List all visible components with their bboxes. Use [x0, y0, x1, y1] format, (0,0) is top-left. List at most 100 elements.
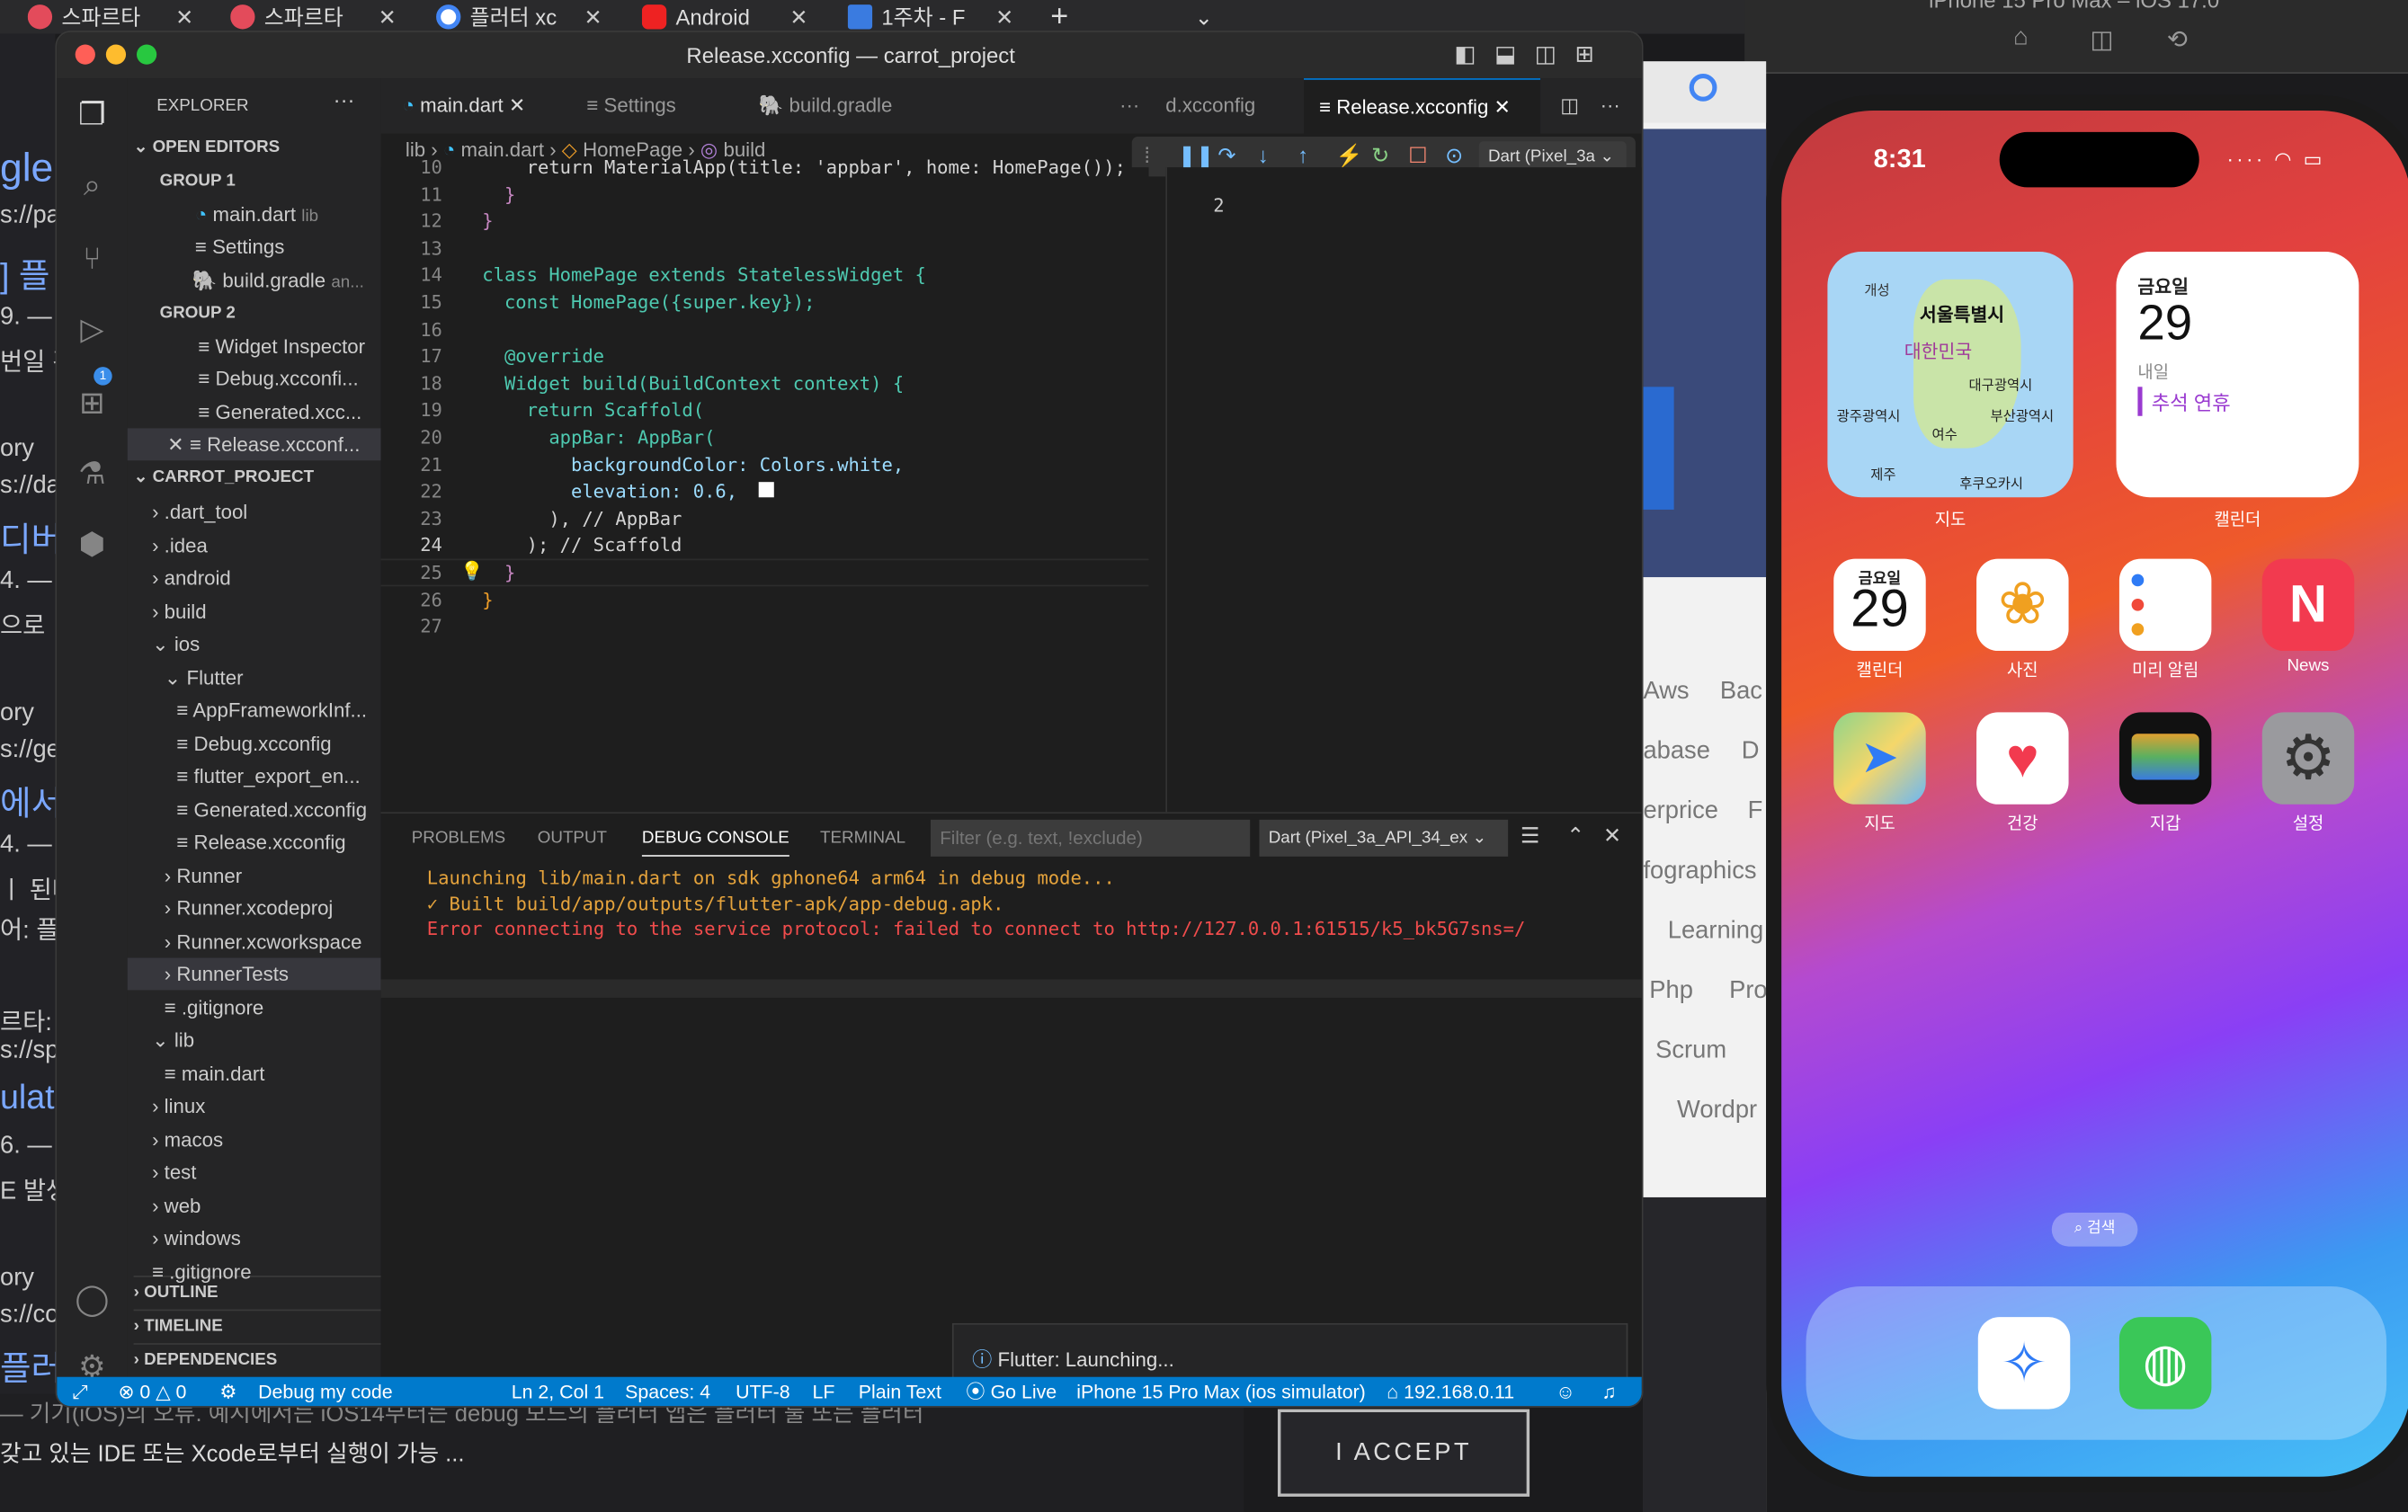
browser-tab[interactable]: 플러터 xc ✕	[436, 0, 602, 34]
project-header[interactable]: ⌄ CARROT_PROJECT	[134, 462, 388, 494]
filter-input[interactable]	[930, 819, 1251, 857]
run-debug-icon[interactable]: ▷	[74, 312, 111, 349]
timeline-header[interactable]: › TIMELINE	[133, 1309, 388, 1342]
category-link[interactable]: F	[1748, 798, 1763, 826]
close-icon[interactable]: ✕	[175, 4, 193, 30]
close-icon[interactable]: ✕	[379, 4, 397, 30]
more-tabs-icon[interactable]: ···	[1119, 78, 1150, 133]
tree-item[interactable]: ≡ Debug.xcconfig	[128, 727, 381, 760]
tree-item[interactable]: › build	[128, 595, 381, 627]
tab-main-dart[interactable]: ◔ main.dart ✕	[402, 78, 571, 133]
debug-status[interactable]: ⚙ Debug my code	[219, 1377, 392, 1406]
line-ending[interactable]: LF	[812, 1377, 834, 1406]
tree-item[interactable]: › web	[128, 1189, 381, 1222]
group-1-header[interactable]: GROUP 1	[160, 165, 414, 198]
tree-item[interactable]: › linux	[128, 1090, 381, 1122]
category-link[interactable]: erprice	[1643, 798, 1718, 826]
health-icon[interactable]: ♥	[1976, 712, 2069, 805]
maximize-panel-icon[interactable]: ⌃	[1566, 823, 1584, 849]
go-live-button[interactable]: ⦿ Go Live	[966, 1377, 1057, 1406]
python-icon[interactable]: ⬢	[74, 527, 111, 564]
restart-icon[interactable]: ↻	[1371, 143, 1389, 169]
panel-tab-problems[interactable]: PROBLEMS	[412, 829, 505, 847]
tree-item[interactable]: › .idea	[128, 529, 381, 561]
news-icon[interactable]: N	[2261, 558, 2355, 652]
tree-item[interactable]: › macos	[128, 1123, 381, 1155]
testing-icon[interactable]: ⚗	[74, 456, 111, 493]
hot-reload-icon[interactable]: ⚡	[1336, 143, 1363, 169]
rotate-icon[interactable]: ⟲	[2167, 24, 2188, 55]
extensions-icon[interactable]: ⊞	[74, 386, 111, 422]
feedback-icon[interactable]: ☺	[1556, 1377, 1575, 1406]
close-icon[interactable]: ✕	[509, 93, 526, 117]
tree-item[interactable]: ≡ main.dart	[128, 1057, 381, 1090]
dependencies-header[interactable]: › DEPENDENCIES	[133, 1343, 388, 1375]
browser-tab[interactable]: 스파르타 ✕	[27, 0, 193, 34]
search-pill[interactable]: ⌕ 검색	[2051, 1213, 2138, 1247]
close-icon[interactable]: ✕	[789, 4, 807, 30]
bell-icon[interactable]: ♫	[1601, 1377, 1616, 1406]
close-icon[interactable]: ✕	[995, 4, 1013, 30]
wallet-icon[interactable]	[2118, 712, 2212, 805]
photos-icon[interactable]: ❀	[1976, 558, 2069, 652]
category-link[interactable]: Scrum	[1655, 1037, 1726, 1065]
tree-item[interactable]: › Runner	[128, 858, 381, 891]
drag-handle-icon[interactable]: ⁞	[1144, 143, 1150, 167]
remote-icon[interactable]: ⤢	[72, 1377, 87, 1406]
clear-console-icon[interactable]: ☰	[1521, 823, 1539, 849]
right-editor[interactable]: 2	[1165, 167, 1642, 813]
tab-release-xcconfig[interactable]: ≡ Release.xcconfig ✕	[1304, 78, 1541, 134]
group-2-header[interactable]: GROUP 2	[160, 298, 414, 330]
tab-settings[interactable]: ≡ Settings	[586, 78, 740, 133]
browser-tab[interactable]: 스파르타 ✕	[230, 0, 397, 34]
category-link[interactable]: fographics	[1643, 858, 1756, 886]
tab-build-gradle[interactable]: 🐘 build.gradle	[759, 78, 928, 133]
step-out-icon[interactable]: ↑	[1298, 143, 1308, 167]
close-icon[interactable]: ✕	[1494, 95, 1512, 119]
chevron-down-icon[interactable]: ⌄	[1195, 0, 1226, 34]
calendar-app-icon[interactable]: 금요일 29	[1833, 558, 1926, 652]
tab-debug-xcconfig[interactable]: d.xcconfig	[1165, 78, 1304, 133]
tree-item[interactable]: › Runner.xcodeproj	[128, 892, 381, 924]
ip-status[interactable]: ⌂ 192.168.0.11	[1387, 1377, 1514, 1406]
step-over-icon[interactable]: ↷	[1217, 143, 1235, 169]
category-link[interactable]: D	[1742, 738, 1760, 766]
device-selector[interactable]: iPhone 15 Pro Max (ios simulator)	[1076, 1377, 1366, 1406]
new-tab-plus-icon[interactable]: +	[1050, 0, 1081, 34]
indentation[interactable]: Spaces: 4	[625, 1377, 710, 1406]
home-icon[interactable]: ⌂	[2013, 24, 2029, 52]
tree-item[interactable]: ≡ flutter_export_en...	[128, 760, 381, 792]
more-actions-icon[interactable]: ···	[1601, 78, 1631, 133]
category-link[interactable]: Bac	[1720, 679, 1762, 707]
messages-icon[interactable]: ◍	[2118, 1317, 2212, 1410]
source-control-icon[interactable]: ⑂	[74, 241, 111, 278]
account-icon[interactable]: ◯	[74, 1282, 111, 1319]
open-editors-header[interactable]: ⌄ OPEN EDITORS	[134, 132, 388, 165]
browser-tab[interactable]: 1주차 - F ✕	[847, 0, 1013, 34]
close-icon[interactable]: ✕	[584, 4, 602, 30]
pause-icon[interactable]: ❚❚	[1178, 143, 1214, 169]
map-widget[interactable]: 개성 서울특별시 대한민국 대구광역시 광주광역시 부산광역시 여수 제주 후쿠…	[1827, 252, 2074, 498]
tree-item[interactable]: › .dart_tool	[128, 496, 381, 529]
maps-icon[interactable]: ➤	[1833, 712, 1926, 805]
safari-icon[interactable]: ✧	[1977, 1317, 2071, 1410]
tree-item[interactable]: › Runner.xcworkspace	[128, 925, 381, 957]
reminders-icon[interactable]	[2118, 558, 2212, 652]
close-panel-icon[interactable]: ✕	[1603, 823, 1621, 849]
tree-item[interactable]: › android	[128, 562, 381, 594]
close-icon[interactable]: ✕	[167, 433, 184, 457]
tree-item[interactable]: ≡ AppFrameworkInf...	[128, 694, 381, 726]
tree-item[interactable]: ≡ .gitignore	[128, 991, 381, 1023]
problems-status[interactable]: ⊗ 0 △ 0	[119, 1377, 187, 1406]
lightbulb-icon[interactable]: 💡	[460, 560, 484, 582]
panel-tab-debug-console[interactable]: DEBUG CONSOLE	[641, 829, 789, 857]
category-link[interactable]: Wordpr	[1677, 1098, 1757, 1125]
debug-session-select[interactable]: Dart (Pixel_3a_API_34_ex ⌄	[1259, 819, 1509, 857]
tree-item[interactable]: ≡ Generated.xcconfig	[128, 793, 381, 825]
category-link[interactable]: Pro	[1729, 978, 1768, 1006]
accept-button[interactable]: I ACCEPT	[1277, 1409, 1530, 1497]
tree-item[interactable]: › RunnerTests	[127, 957, 381, 991]
panel-tab-terminal[interactable]: TERMINAL	[820, 829, 905, 847]
browser-tab[interactable]: Android ✕	[641, 0, 807, 34]
inspect-icon[interactable]: ⊙	[1445, 143, 1463, 169]
